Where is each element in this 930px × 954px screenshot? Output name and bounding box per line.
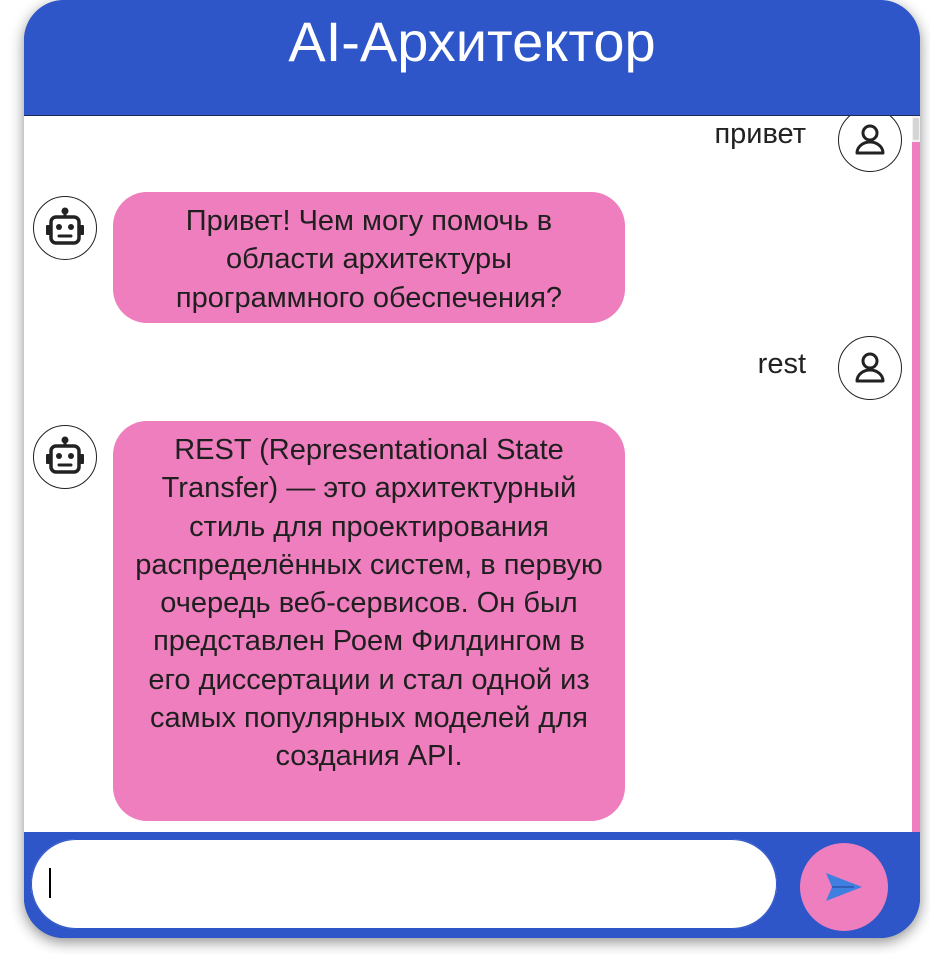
chat-window: AI-Архитектор привет Привет! Чем могу по…: [24, 0, 920, 938]
robot-icon: [46, 436, 84, 474]
user-message-text: привет: [714, 118, 806, 150]
user-avatar: [838, 336, 902, 400]
robot-icon: [46, 207, 84, 245]
message-list[interactable]: привет Привет! Чем могу помочь в области…: [24, 116, 920, 832]
page-title: AI-Архитектор: [288, 10, 656, 73]
user-message-text: rest: [757, 348, 806, 380]
text-caret: [49, 868, 51, 898]
bot-avatar: [33, 196, 97, 260]
scrollbar-thumb[interactable]: [912, 142, 920, 832]
user-avatar: [838, 116, 902, 172]
scrollbar-track-top: [913, 118, 919, 140]
user-icon: [855, 352, 885, 383]
header: AI-Архитектор: [24, 0, 920, 116]
bot-avatar: [33, 425, 97, 489]
bot-message-bubble: Привет! Чем могу помочь в области архите…: [113, 192, 625, 323]
user-icon: [855, 124, 885, 155]
composer-bar: [24, 832, 920, 938]
bot-message-bubble: REST (Representational State Transfer) —…: [113, 421, 625, 821]
send-arrow-icon: [826, 873, 862, 901]
send-button[interactable]: [800, 843, 888, 931]
message-input[interactable]: [31, 839, 777, 929]
scrollbar[interactable]: [912, 116, 920, 832]
